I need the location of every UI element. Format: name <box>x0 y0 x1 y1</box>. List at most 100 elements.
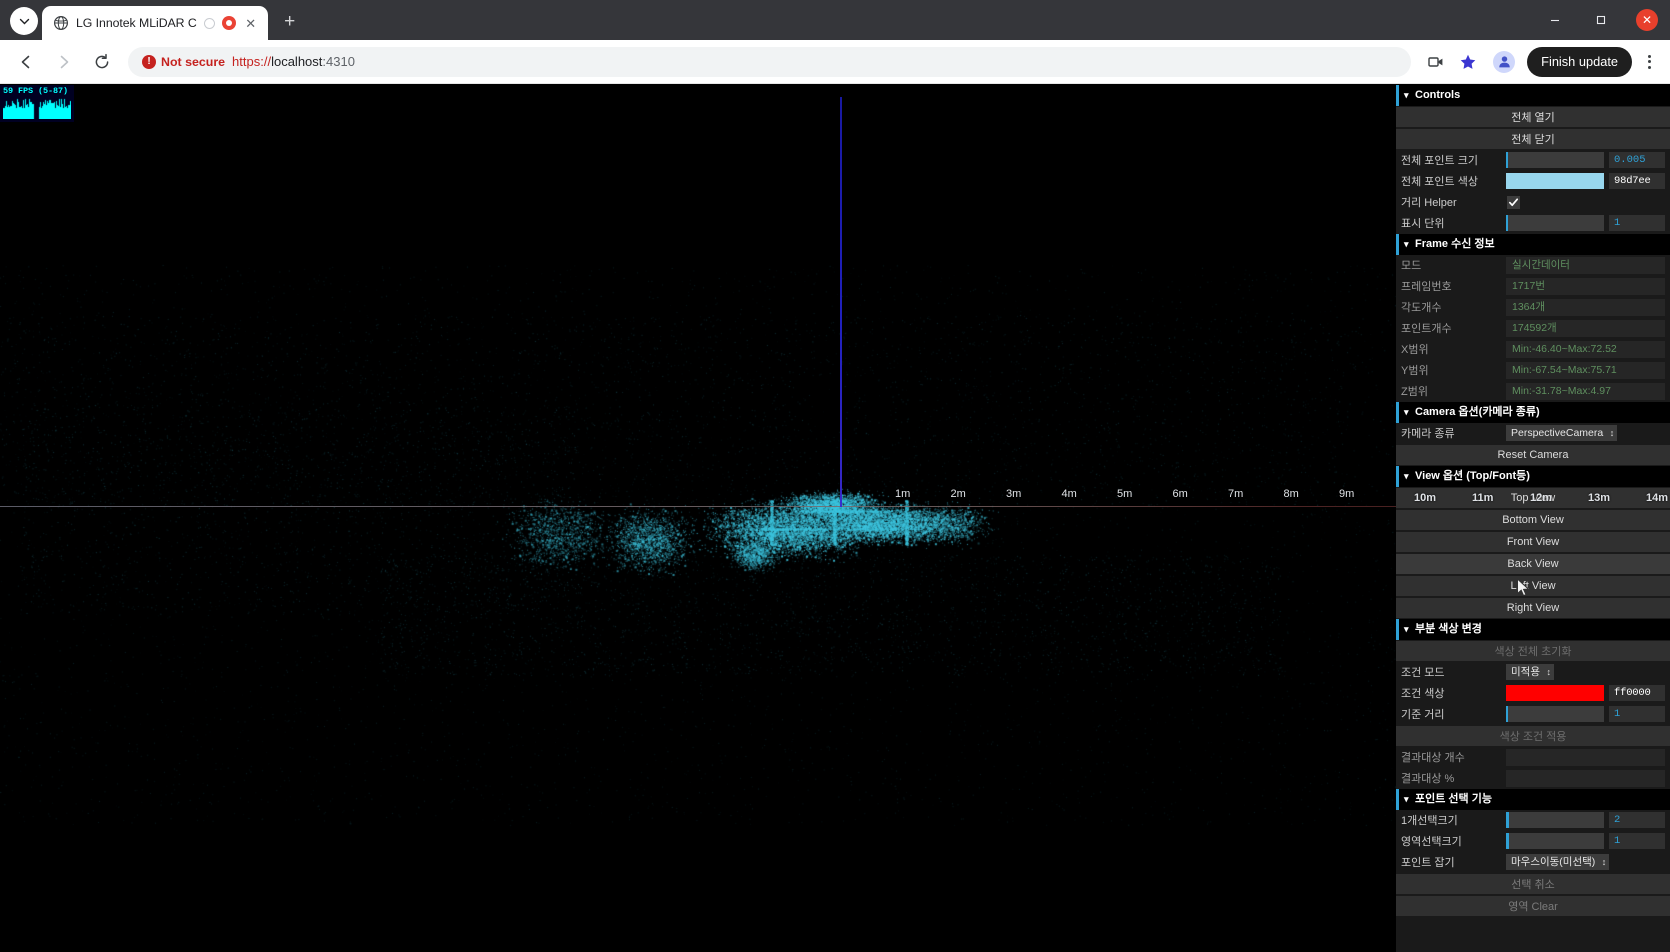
chevron-down-icon: ▾ <box>1404 90 1409 100</box>
frame-info-value: Min:-31.78~Max:4.97 <box>1506 382 1665 400</box>
reset-all-colors-button[interactable]: 색상 전체 초기화 <box>1396 641 1670 662</box>
view-button-bottom-view[interactable]: Bottom View <box>1396 510 1670 531</box>
fps-graph-icon <box>3 98 71 119</box>
point-size-slider[interactable] <box>1506 152 1604 168</box>
frame-info-label: X범위 <box>1401 344 1429 356</box>
view-button-back-view[interactable]: Back View <box>1396 554 1670 575</box>
condition-mode-select[interactable]: 미적용 <box>1506 664 1554 680</box>
open-all-button[interactable]: 전체 열기 <box>1396 107 1670 128</box>
single-select-size-slider[interactable] <box>1506 812 1604 828</box>
point-color-swatch[interactable] <box>1506 173 1604 189</box>
window-controls: ✕ <box>1532 0 1670 40</box>
clear-area-button[interactable]: 영역 Clear <box>1396 896 1670 917</box>
row-area-select-size: 영역선택크기 1 <box>1396 831 1670 852</box>
area-select-size-slider[interactable] <box>1506 833 1604 849</box>
frame-info-label: Z범위 <box>1401 386 1428 398</box>
security-status[interactable]: ! Not secure <box>142 54 226 69</box>
control-panel[interactable]: ▾ Controls 전체 열기 전체 닫기 전체 포인트 크기 0.005 전… <box>1396 85 1670 952</box>
display-unit-value[interactable]: 1 <box>1609 215 1665 231</box>
address-bar[interactable]: ! Not secure https://localhost:4310 <box>128 46 1412 77</box>
reload-icon[interactable] <box>87 47 117 77</box>
view-button-front-view[interactable]: Front View <box>1396 532 1670 553</box>
apply-color-condition-button[interactable]: 색상 조건 적용 <box>1396 726 1670 747</box>
folder-view-label: View 옵션 (Top/Font등) <box>1415 470 1530 482</box>
maximize-icon[interactable] <box>1578 0 1624 40</box>
profile-avatar-icon[interactable] <box>1489 47 1519 77</box>
view-button-right-view[interactable]: Right View <box>1396 598 1670 619</box>
folder-frame-info[interactable]: ▾ Frame 수신 정보 <box>1396 234 1670 255</box>
close-all-button[interactable]: 전체 닫기 <box>1396 129 1670 150</box>
frame-info-label: 모드 <box>1401 260 1422 272</box>
grab-mode-select[interactable]: 마우스이동(미선택) <box>1506 854 1610 870</box>
distance-label: 6m <box>1172 488 1188 500</box>
folder-point-select-label: 포인트 선택 기능 <box>1415 793 1492 805</box>
distance-helper-checkbox[interactable] <box>1507 195 1520 209</box>
distance-label: 13m <box>1588 492 1611 504</box>
display-unit-slider[interactable] <box>1506 215 1604 231</box>
security-label: Not secure <box>161 54 226 69</box>
base-distance-value[interactable]: 1 <box>1609 706 1665 722</box>
point-color-value[interactable]: 98d7ee <box>1609 173 1665 189</box>
chevron-down-icon: ▾ <box>1404 794 1409 804</box>
cancel-selection-button[interactable]: 선택 취소 <box>1396 874 1670 895</box>
folder-controls[interactable]: ▾ Controls <box>1396 85 1670 106</box>
camera-type-select[interactable]: PerspectiveCamera <box>1506 425 1618 441</box>
arrow-left-icon[interactable] <box>11 47 41 77</box>
folder-point-select[interactable]: ▾ 포인트 선택 기능 <box>1396 789 1670 810</box>
distance-label: 7m <box>1228 488 1244 500</box>
distance-label: 12m <box>1530 492 1553 504</box>
single-select-size-value[interactable]: 2 <box>1609 812 1665 828</box>
row-result-pct: 결과대상 % <box>1396 768 1670 789</box>
close-icon[interactable]: ✕ <box>243 15 259 31</box>
fps-stats-panel[interactable]: 59 FPS (5-87) <box>0 85 74 122</box>
view-button-left-view[interactable]: Left View <box>1396 576 1670 597</box>
single-select-size-label: 1개선택크기 <box>1401 815 1458 827</box>
screen-cast-icon[interactable] <box>1421 47 1451 77</box>
condition-color-label: 조건 색상 <box>1401 688 1445 700</box>
tab-title: LG Innotek MLiDAR C <box>76 16 197 30</box>
distance-helper-label: 거리 Helper <box>1401 197 1457 209</box>
folder-camera[interactable]: ▾ Camera 옵션(카메라 종류) <box>1396 402 1670 423</box>
window-close-icon[interactable]: ✕ <box>1624 0 1670 40</box>
minimize-icon[interactable] <box>1532 0 1578 40</box>
star-icon[interactable] <box>1453 47 1483 77</box>
condition-color-swatch[interactable] <box>1506 685 1604 701</box>
browser-tab[interactable]: LG Innotek MLiDAR C ✕ <box>42 6 268 40</box>
arrow-right-icon <box>49 47 79 77</box>
distance-label: 8m <box>1283 488 1299 500</box>
row-condition-mode: 조건 모드 미적용 <box>1396 662 1670 683</box>
row-grab-mode: 포인트 잡기 마우스이동(미선택) <box>1396 852 1670 873</box>
tab-search-button[interactable] <box>10 7 38 35</box>
distance-label: 3m <box>1006 488 1022 500</box>
frame-info-label: Y범위 <box>1401 365 1429 377</box>
folder-camera-label: Camera 옵션(카메라 종류) <box>1415 406 1540 418</box>
distance-label: 11m <box>1472 492 1494 504</box>
frame-info-row: Z범위 Min:-31.78~Max:4.97 <box>1396 381 1670 402</box>
folder-partial-color[interactable]: ▾ 부분 색상 변경 <box>1396 619 1670 640</box>
folder-controls-label: Controls <box>1415 89 1461 101</box>
checkmark-icon <box>1508 197 1519 206</box>
base-distance-slider[interactable] <box>1506 706 1604 722</box>
result-pct-label: 결과대상 % <box>1401 773 1455 785</box>
vertical-axis-line <box>840 97 842 507</box>
frame-info-label: 프레임번호 <box>1401 281 1452 293</box>
result-count-value <box>1506 748 1665 766</box>
point-size-value[interactable]: 0.005 <box>1609 152 1665 168</box>
kebab-menu-icon[interactable] <box>1636 47 1662 77</box>
url-host: localhost <box>271 54 323 69</box>
distance-label: 1m <box>895 488 911 500</box>
new-tab-button[interactable]: + <box>276 8 304 36</box>
frame-info-row: X범위 Min:-46.40~Max:72.52 <box>1396 339 1670 360</box>
record-dot-icon[interactable] <box>221 16 236 30</box>
area-select-size-value[interactable]: 1 <box>1609 833 1665 849</box>
frame-info-value: 실시간데이터 <box>1506 256 1665 274</box>
display-unit-label: 표시 단위 <box>1401 218 1445 230</box>
folder-view[interactable]: ▾ View 옵션 (Top/Font등) <box>1396 466 1670 487</box>
condition-color-value[interactable]: ff0000 <box>1609 685 1665 701</box>
row-display-unit: 표시 단위 1 <box>1396 213 1670 234</box>
frame-info-value: Min:-67.54~Max:75.71 <box>1506 361 1665 379</box>
reset-camera-button[interactable]: Reset Camera <box>1396 445 1670 466</box>
finish-update-button[interactable]: Finish update <box>1527 46 1632 77</box>
globe-icon <box>53 15 69 31</box>
browser-window: LG Innotek MLiDAR C ✕ + ✕ ! Not secure h… <box>0 0 1670 952</box>
